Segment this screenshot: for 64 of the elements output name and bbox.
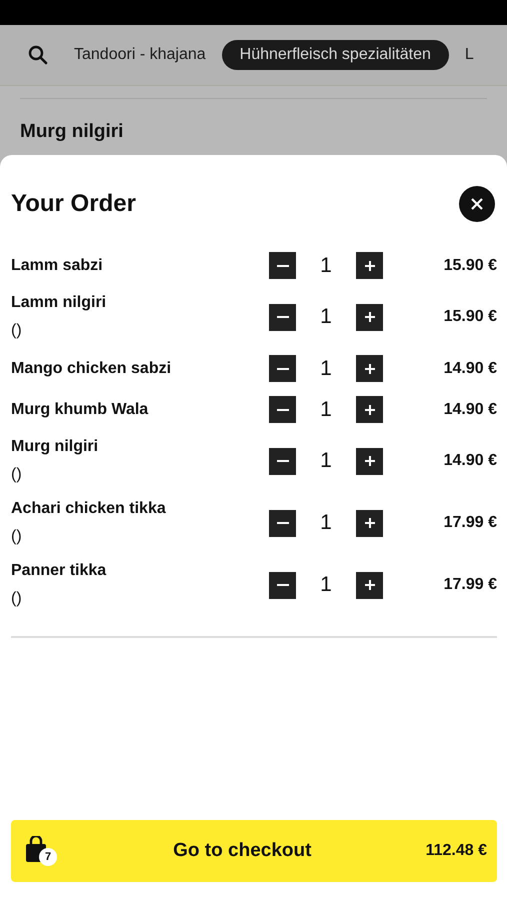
item-note: () bbox=[11, 465, 23, 485]
increase-button[interactable] bbox=[356, 448, 383, 474]
plus-icon bbox=[364, 455, 376, 467]
item-note: () bbox=[11, 321, 23, 341]
category-tab[interactable]: Tandoori - khajana bbox=[66, 40, 214, 70]
decrease-button[interactable] bbox=[269, 252, 296, 279]
decrease-button[interactable] bbox=[269, 396, 296, 423]
quantity: 1 bbox=[319, 573, 333, 597]
quantity: 1 bbox=[319, 511, 333, 535]
increase-button[interactable] bbox=[356, 572, 383, 598]
increase-button[interactable] bbox=[356, 510, 383, 536]
sheet-title: Your Order bbox=[11, 190, 136, 218]
plus-icon bbox=[364, 362, 376, 374]
minus-icon bbox=[276, 408, 288, 410]
close-icon bbox=[471, 198, 483, 210]
quantity: 1 bbox=[319, 398, 333, 422]
item-note: () bbox=[11, 589, 23, 609]
plus-icon bbox=[364, 260, 376, 272]
minus-icon bbox=[276, 460, 288, 462]
plus-icon bbox=[364, 579, 376, 591]
item-name: Lamm nilgiri bbox=[11, 293, 108, 313]
item-count-badge: 7 bbox=[39, 848, 57, 866]
minus-icon bbox=[276, 264, 288, 266]
decrease-button[interactable] bbox=[269, 510, 296, 536]
item-name: Murg khumb Wala bbox=[11, 400, 150, 420]
plus-icon bbox=[364, 517, 376, 529]
category-tab[interactable]: Hühnerfleisch spezialitäten bbox=[222, 40, 449, 70]
search-icon[interactable] bbox=[28, 45, 48, 65]
checkout-button[interactable]: 7 Go to checkout 112.48 € bbox=[11, 820, 497, 882]
decrease-button[interactable] bbox=[269, 448, 296, 474]
item-note: () bbox=[11, 527, 23, 547]
plus-icon bbox=[364, 311, 376, 323]
item-price: 14.90 € bbox=[442, 452, 497, 470]
minus-icon bbox=[276, 584, 288, 586]
decrease-button[interactable] bbox=[269, 304, 296, 330]
category-tab[interactable]: L bbox=[456, 40, 482, 70]
quantity: 1 bbox=[319, 356, 333, 380]
increase-button[interactable] bbox=[356, 252, 383, 279]
increase-button[interactable] bbox=[356, 304, 383, 330]
item-price: 15.90 € bbox=[442, 308, 497, 326]
item-price: 14.90 € bbox=[442, 400, 497, 418]
increase-button[interactable] bbox=[356, 396, 383, 423]
item-name: Panner tikka bbox=[11, 561, 108, 581]
minus-icon bbox=[276, 522, 288, 524]
item-price: 17.99 € bbox=[442, 576, 497, 594]
item-name: Achari chicken tikka bbox=[11, 499, 167, 519]
increase-button[interactable] bbox=[356, 355, 383, 382]
item-name: Lamm sabzi bbox=[11, 256, 104, 276]
checkout-total: 112.48 € bbox=[426, 842, 487, 860]
plus-icon bbox=[364, 404, 376, 416]
quantity: 1 bbox=[319, 254, 333, 278]
decrease-button[interactable] bbox=[269, 572, 296, 598]
item-price: 14.90 € bbox=[442, 360, 497, 378]
decrease-button[interactable] bbox=[269, 355, 296, 382]
item-price: 15.90 € bbox=[442, 256, 497, 274]
item-name: Murg nilgiri bbox=[11, 437, 100, 457]
quantity: 1 bbox=[319, 449, 333, 473]
minus-icon bbox=[276, 368, 288, 370]
item-name: Mango chicken sabzi bbox=[11, 358, 172, 378]
close-button[interactable] bbox=[459, 186, 495, 222]
item-name: Murg nilgiri bbox=[20, 121, 124, 143]
minus-icon bbox=[276, 316, 288, 318]
quantity: 1 bbox=[319, 305, 333, 329]
item-price: 17.99 € bbox=[442, 514, 497, 532]
